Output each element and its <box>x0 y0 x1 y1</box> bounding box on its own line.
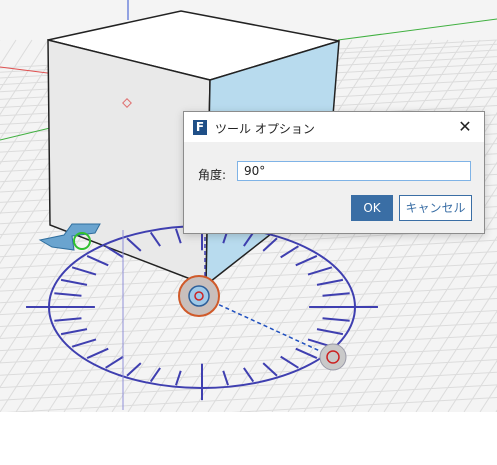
dialog-title: ツール オプション <box>215 122 315 136</box>
y-axis-line <box>0 127 51 141</box>
cancel-button[interactable]: キャンセル <box>399 195 472 221</box>
rotation-pivot-handle[interactable] <box>178 275 220 317</box>
angle-input[interactable] <box>237 161 471 181</box>
protractor-tick <box>54 292 82 297</box>
protractor-tick <box>222 370 229 386</box>
y-axis-line-back <box>337 18 497 41</box>
protractor-tick <box>295 347 318 359</box>
protractor-tick <box>262 237 278 252</box>
close-button[interactable]: ✕ <box>454 117 476 137</box>
dialog-titlebar: F ツール オプション ✕ <box>184 112 484 142</box>
protractor-tick <box>54 317 82 322</box>
ok-button[interactable]: OK <box>351 195 393 221</box>
angle-label: 角度: <box>198 168 227 182</box>
app-logo-icon: F <box>193 120 207 135</box>
protractor-tick <box>86 255 109 267</box>
protractor-tick <box>295 255 318 267</box>
tool-options-dialog: F ツール オプション ✕ 角度: OK キャンセル <box>183 111 485 234</box>
rotation-protractor[interactable] <box>26 213 378 410</box>
rotation-end-handle[interactable] <box>319 343 347 371</box>
protractor-tick <box>126 362 142 377</box>
